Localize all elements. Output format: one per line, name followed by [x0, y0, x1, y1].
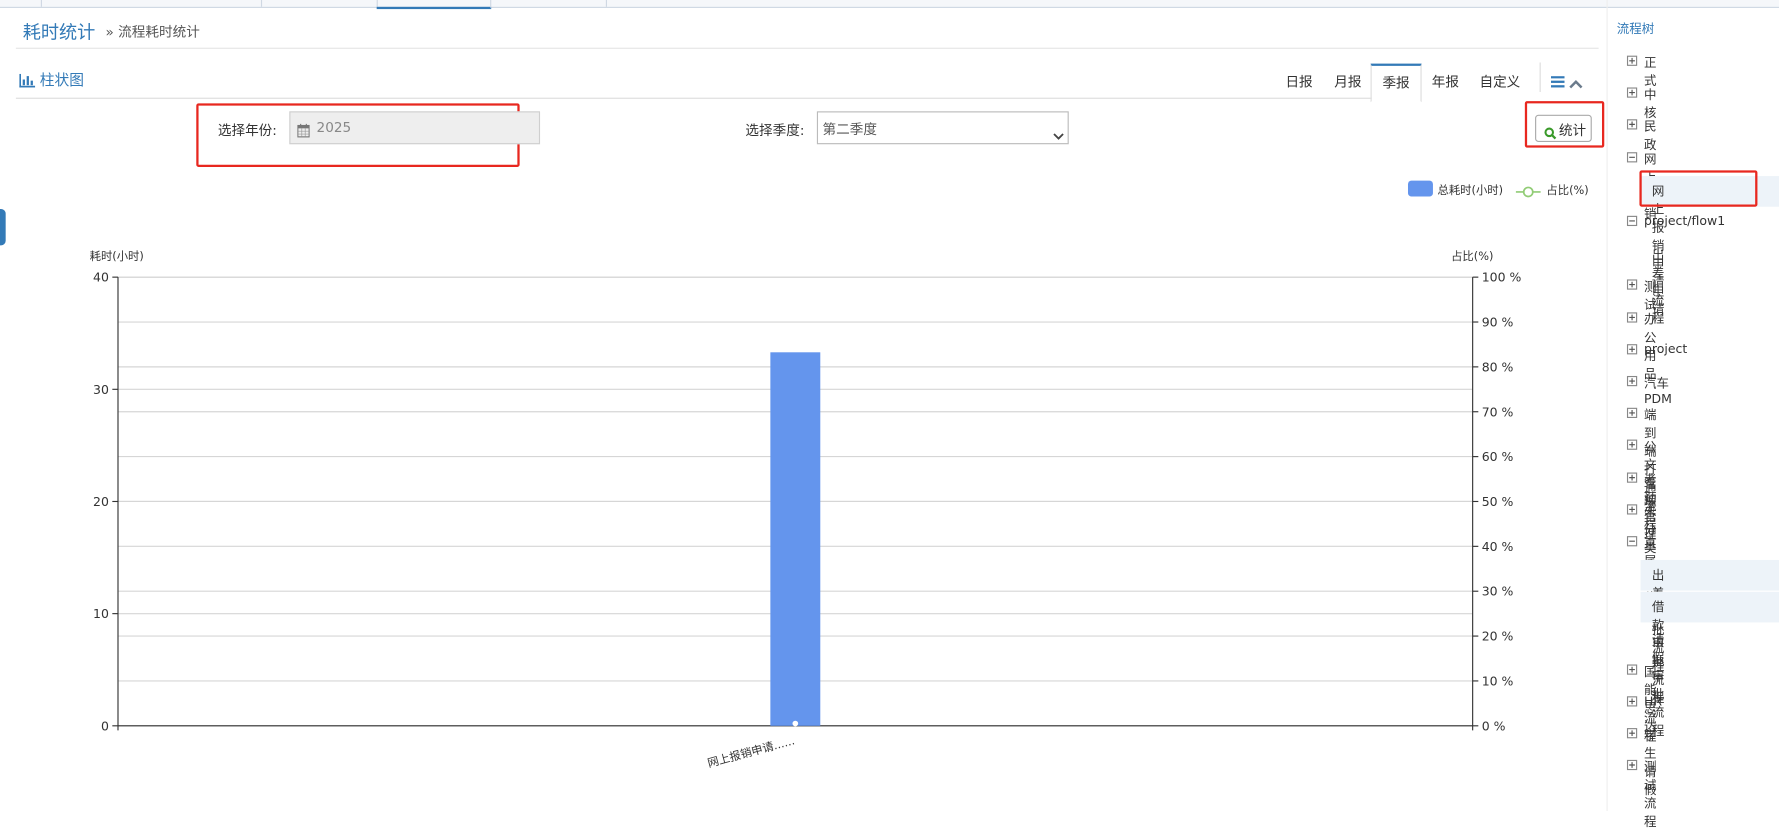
tree-node[interactable]: 民政 [1644, 117, 1656, 153]
x-tick-label: 网上报销申请...... [706, 733, 796, 770]
collapse-toggle-icon[interactable] [1626, 215, 1638, 227]
tree-node[interactable]: 中核 [1644, 85, 1656, 121]
y-right-tick-label: 50 % [1482, 494, 1514, 509]
bar [770, 352, 821, 726]
expand-toggle-icon[interactable] [1626, 87, 1638, 98]
y-right-tick-label: 90 % [1482, 315, 1514, 330]
expand-toggle-icon[interactable] [1626, 407, 1638, 419]
expand-toggle-icon[interactable] [1626, 279, 1638, 291]
expand-toggle-icon[interactable] [1626, 728, 1638, 739]
bar-chart: 0 10 20 30 40 0 % 10 % 20 % 30 % 40 % 50 % 60 % 70 %… [90, 249, 1522, 770]
y-right-axis-title: 占比(%) [1451, 249, 1493, 263]
collapse-toggle-icon[interactable] [1626, 151, 1638, 162]
expand-toggle-icon[interactable] [1626, 472, 1638, 483]
y-right-tick-label: 0 % [1482, 718, 1506, 733]
y-tick-label: 40 [93, 270, 109, 285]
y-right-tick-label: 60 % [1482, 449, 1514, 464]
tree-node[interactable]: 测试流程 [1644, 758, 1656, 831]
y-tick-label: 20 [93, 494, 109, 509]
tree-node[interactable]: 测试 [1644, 278, 1656, 314]
expand-toggle-icon[interactable] [1626, 760, 1638, 771]
tree-node[interactable]: project/flow1 [1644, 214, 1725, 229]
expand-toggle-icon[interactable] [1626, 664, 1638, 675]
y-right-tick-label: 30 % [1482, 584, 1514, 599]
tree-node[interactable]: project [1644, 342, 1687, 357]
expand-toggle-icon[interactable] [1626, 696, 1638, 707]
expand-toggle-icon[interactable] [1626, 55, 1638, 66]
y-right-tick-label: 70 % [1482, 404, 1514, 419]
collapse-toggle-icon[interactable] [1626, 536, 1638, 547]
y-tick-label: 0 [101, 718, 109, 733]
tree-title: 流程树 [1616, 21, 1655, 37]
y-tick-label: 10 [93, 606, 109, 621]
tree-node[interactable]: 正式 [1644, 53, 1656, 89]
divider [1606, 0, 1608, 811]
y-axis-title: 耗时(小时) [90, 249, 144, 263]
highlight-box [1639, 170, 1758, 207]
y-right-tick-label: 10 % [1482, 673, 1514, 688]
y-right-tick-label: 80 % [1482, 359, 1514, 374]
y-right-tick-label: 20 % [1482, 629, 1514, 644]
expand-toggle-icon[interactable] [1626, 343, 1638, 355]
expand-toggle-icon[interactable] [1626, 119, 1638, 130]
expand-toggle-icon[interactable] [1626, 375, 1638, 387]
expand-toggle-icon[interactable] [1626, 440, 1638, 451]
line-point [792, 720, 799, 727]
tree-node[interactable]: 汽车PDM [1644, 374, 1672, 407]
expand-toggle-icon[interactable] [1626, 311, 1638, 323]
y-right-tick-label: 100 % [1482, 270, 1522, 285]
y-right-tick-label: 40 % [1482, 539, 1514, 554]
expand-toggle-icon[interactable] [1626, 504, 1638, 515]
y-tick-label: 30 [93, 382, 109, 397]
